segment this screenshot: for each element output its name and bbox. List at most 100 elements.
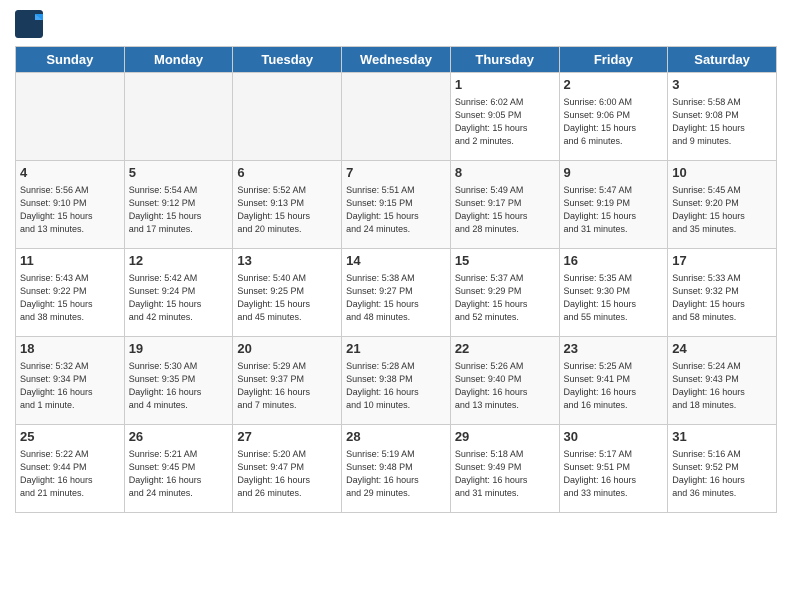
calendar-cell: 19 Sunrise: 5:30 AM Sunset: 9:35 PM Dayli… [124, 337, 233, 425]
day-number: 29 [455, 428, 555, 446]
header [15, 10, 777, 38]
calendar-week-4: 18Sunrise: 5:32 AM Sunset: 9:34 PM Dayli… [16, 337, 777, 425]
calendar-cell: 25 Sunrise: 5:22 AM Sunset: 9:44 PM Dayli… [16, 425, 125, 513]
day-info: Sunrise: 5:22 AM Sunset: 9:44 PM Dayligh… [20, 448, 120, 500]
day-info: Sunrise: 5:35 AM Sunset: 9:30 PM Dayligh… [564, 272, 664, 324]
day-number: 21 [346, 340, 446, 358]
calendar-body: 1Sunrise: 6:02 AM Sunset: 9:05 PM Daylig… [16, 73, 777, 513]
day-info: Sunrise: 5:43 AM Sunset: 9:22 PM Dayligh… [20, 272, 120, 324]
day-number: 2 [564, 76, 664, 94]
calendar-cell: 14 Sunrise: 5:38 AM Sunset: 9:27 PM Dayli… [342, 249, 451, 337]
calendar-cell: 15Sunrise: 5:37 AM Sunset: 9:29 PM Dayli… [450, 249, 559, 337]
day-number: 6 [237, 164, 337, 182]
day-info: Sunrise: 5:37 AM Sunset: 9:29 PM Dayligh… [455, 272, 555, 324]
calendar-cell: 2 Sunrise: 6:00 AM Sunset: 9:06 PM Daylig… [559, 73, 668, 161]
calendar-cell: 3 Sunrise: 5:58 AM Sunset: 9:08 PM Daylig… [668, 73, 777, 161]
calendar-cell: 6 Sunrise: 5:52 AM Sunset: 9:13 PM Daylig… [233, 161, 342, 249]
day-info: Sunrise: 5:52 AM Sunset: 9:13 PM Dayligh… [237, 184, 337, 236]
day-number: 26 [129, 428, 229, 446]
calendar-cell: 20 Sunrise: 5:29 AM Sunset: 9:37 PM Dayli… [233, 337, 342, 425]
day-number: 31 [672, 428, 772, 446]
day-info: Sunrise: 5:25 AM Sunset: 9:41 PM Dayligh… [564, 360, 664, 412]
day-info: Sunrise: 5:32 AM Sunset: 9:34 PM Dayligh… [20, 360, 120, 412]
calendar-cell: 5Sunrise: 5:54 AM Sunset: 9:12 PM Daylig… [124, 161, 233, 249]
day-info: Sunrise: 5:29 AM Sunset: 9:37 PM Dayligh… [237, 360, 337, 412]
calendar-cell: 18Sunrise: 5:32 AM Sunset: 9:34 PM Dayli… [16, 337, 125, 425]
weekday-header-monday: Monday [124, 47, 233, 73]
calendar-header: SundayMondayTuesdayWednesdayThursdayFrid… [16, 47, 777, 73]
weekday-header-sunday: Sunday [16, 47, 125, 73]
calendar-page: SundayMondayTuesdayWednesdayThursdayFrid… [0, 0, 792, 612]
calendar-week-5: 25 Sunrise: 5:22 AM Sunset: 9:44 PM Dayli… [16, 425, 777, 513]
calendar-cell: 27Sunrise: 5:20 AM Sunset: 9:47 PM Dayli… [233, 425, 342, 513]
day-info: Sunrise: 5:42 AM Sunset: 9:24 PM Dayligh… [129, 272, 229, 324]
day-number: 25 [20, 428, 120, 446]
calendar-cell: 30 Sunrise: 5:17 AM Sunset: 9:51 PM Dayli… [559, 425, 668, 513]
weekday-header-tuesday: Tuesday [233, 47, 342, 73]
day-number: 23 [564, 340, 664, 358]
calendar-cell: 16 Sunrise: 5:35 AM Sunset: 9:30 PM Dayli… [559, 249, 668, 337]
day-number: 13 [237, 252, 337, 270]
day-number: 16 [564, 252, 664, 270]
day-number: 30 [564, 428, 664, 446]
calendar-cell: 26 Sunrise: 5:21 AM Sunset: 9:45 PM Dayli… [124, 425, 233, 513]
day-info: Sunrise: 5:45 AM Sunset: 9:20 PM Dayligh… [672, 184, 772, 236]
calendar-cell: 9Sunrise: 5:47 AM Sunset: 9:19 PM Daylig… [559, 161, 668, 249]
day-info: Sunrise: 5:33 AM Sunset: 9:32 PM Dayligh… [672, 272, 772, 324]
day-number: 3 [672, 76, 772, 94]
calendar-cell: 22Sunrise: 5:26 AM Sunset: 9:40 PM Dayli… [450, 337, 559, 425]
day-info: Sunrise: 5:28 AM Sunset: 9:38 PM Dayligh… [346, 360, 446, 412]
day-info: Sunrise: 5:58 AM Sunset: 9:08 PM Dayligh… [672, 96, 772, 148]
calendar-week-3: 11 Sunrise: 5:43 AM Sunset: 9:22 PM Dayli… [16, 249, 777, 337]
calendar-cell: 13 Sunrise: 5:40 AM Sunset: 9:25 PM Dayli… [233, 249, 342, 337]
day-number: 14 [346, 252, 446, 270]
day-info: Sunrise: 5:19 AM Sunset: 9:48 PM Dayligh… [346, 448, 446, 500]
logo [15, 10, 49, 38]
day-number: 10 [672, 164, 772, 182]
logo-icon [15, 10, 45, 38]
weekday-header-saturday: Saturday [668, 47, 777, 73]
day-info: Sunrise: 5:16 AM Sunset: 9:52 PM Dayligh… [672, 448, 772, 500]
day-number: 17 [672, 252, 772, 270]
day-info: Sunrise: 5:24 AM Sunset: 9:43 PM Dayligh… [672, 360, 772, 412]
calendar-cell: 11 Sunrise: 5:43 AM Sunset: 9:22 PM Dayli… [16, 249, 125, 337]
day-number: 20 [237, 340, 337, 358]
day-number: 12 [129, 252, 229, 270]
day-info: Sunrise: 5:38 AM Sunset: 9:27 PM Dayligh… [346, 272, 446, 324]
day-info: Sunrise: 5:56 AM Sunset: 9:10 PM Dayligh… [20, 184, 120, 236]
day-info: Sunrise: 6:00 AM Sunset: 9:06 PM Dayligh… [564, 96, 664, 148]
day-info: Sunrise: 5:51 AM Sunset: 9:15 PM Dayligh… [346, 184, 446, 236]
day-number: 19 [129, 340, 229, 358]
day-info: Sunrise: 6:02 AM Sunset: 9:05 PM Dayligh… [455, 96, 555, 148]
day-info: Sunrise: 5:54 AM Sunset: 9:12 PM Dayligh… [129, 184, 229, 236]
calendar-cell: 23 Sunrise: 5:25 AM Sunset: 9:41 PM Dayli… [559, 337, 668, 425]
calendar-cell [233, 73, 342, 161]
day-number: 8 [455, 164, 555, 182]
weekday-header-friday: Friday [559, 47, 668, 73]
day-number: 28 [346, 428, 446, 446]
day-info: Sunrise: 5:49 AM Sunset: 9:17 PM Dayligh… [455, 184, 555, 236]
calendar-cell [16, 73, 125, 161]
calendar-cell: 7Sunrise: 5:51 AM Sunset: 9:15 PM Daylig… [342, 161, 451, 249]
calendar-cell: 4 Sunrise: 5:56 AM Sunset: 9:10 PM Daylig… [16, 161, 125, 249]
day-info: Sunrise: 5:30 AM Sunset: 9:35 PM Dayligh… [129, 360, 229, 412]
day-number: 11 [20, 252, 120, 270]
calendar-table: SundayMondayTuesdayWednesdayThursdayFrid… [15, 46, 777, 513]
calendar-cell [342, 73, 451, 161]
calendar-cell: 17 Sunrise: 5:33 AM Sunset: 9:32 PM Dayli… [668, 249, 777, 337]
day-info: Sunrise: 5:17 AM Sunset: 9:51 PM Dayligh… [564, 448, 664, 500]
weekday-header-wednesday: Wednesday [342, 47, 451, 73]
calendar-cell: 28 Sunrise: 5:19 AM Sunset: 9:48 PM Dayli… [342, 425, 451, 513]
calendar-cell: 1Sunrise: 6:02 AM Sunset: 9:05 PM Daylig… [450, 73, 559, 161]
day-number: 22 [455, 340, 555, 358]
day-number: 4 [20, 164, 120, 182]
weekday-row: SundayMondayTuesdayWednesdayThursdayFrid… [16, 47, 777, 73]
calendar-week-2: 4 Sunrise: 5:56 AM Sunset: 9:10 PM Daylig… [16, 161, 777, 249]
day-info: Sunrise: 5:21 AM Sunset: 9:45 PM Dayligh… [129, 448, 229, 500]
day-info: Sunrise: 5:40 AM Sunset: 9:25 PM Dayligh… [237, 272, 337, 324]
calendar-cell: 12 Sunrise: 5:42 AM Sunset: 9:24 PM Dayli… [124, 249, 233, 337]
day-info: Sunrise: 5:47 AM Sunset: 9:19 PM Dayligh… [564, 184, 664, 236]
calendar-cell: 29Sunrise: 5:18 AM Sunset: 9:49 PM Dayli… [450, 425, 559, 513]
calendar-cell: 24Sunrise: 5:24 AM Sunset: 9:43 PM Dayli… [668, 337, 777, 425]
day-number: 27 [237, 428, 337, 446]
